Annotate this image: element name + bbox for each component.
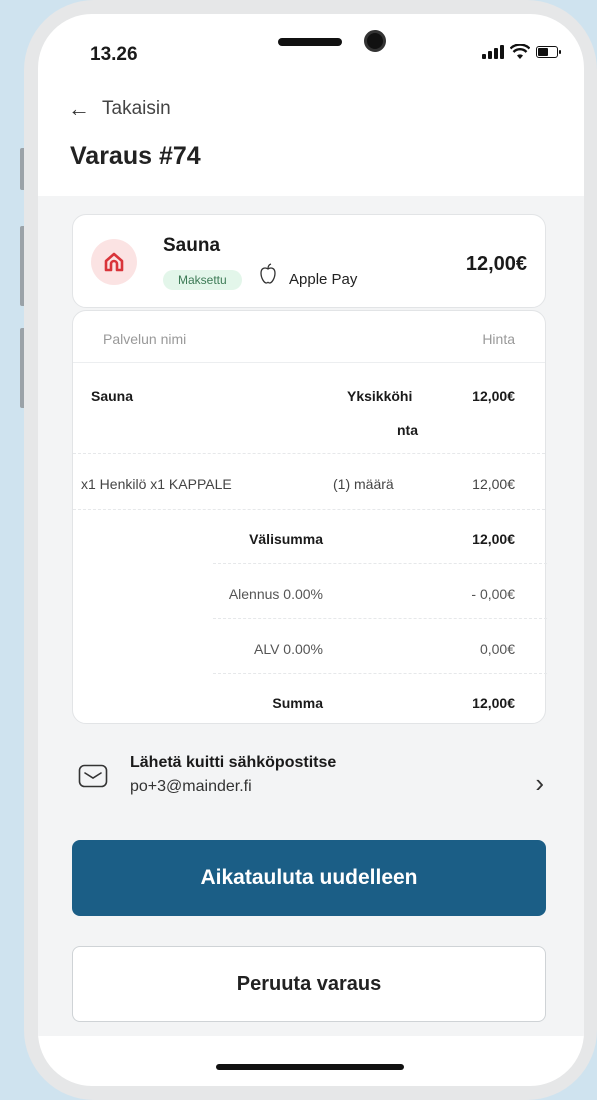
- receipt-email: po+3@mainder.fi: [130, 778, 252, 795]
- vat-value: 0,00€: [479, 641, 515, 657]
- speaker-pill: [278, 38, 342, 46]
- subtotal-label: Välisumma: [249, 531, 323, 547]
- status-badge: Maksettu: [163, 270, 242, 290]
- unit-price-label-cont: nta: [397, 422, 418, 438]
- divider: [213, 563, 547, 564]
- service-avatar: [91, 239, 137, 285]
- divider: [73, 453, 545, 454]
- column-header-price: Hinta: [482, 331, 515, 347]
- receipt-title: Lähetä kuitti sähköpostitse: [130, 754, 337, 771]
- mail-icon: [78, 764, 108, 788]
- line-quantity: (1) määrä: [333, 476, 394, 492]
- unit-price-value: 12,00€: [472, 388, 515, 404]
- send-receipt-row[interactable]: Lähetä kuitti sähköpostitse po+3@mainder…: [78, 754, 548, 814]
- home-icon: [104, 252, 124, 272]
- divider: [73, 509, 545, 510]
- payment-method: Apple Pay: [289, 271, 358, 288]
- divider: [213, 673, 547, 674]
- column-header-service: Palvelun nimi: [103, 331, 187, 347]
- home-indicator[interactable]: [216, 1064, 404, 1070]
- vat-label: ALV 0.00%: [253, 641, 323, 657]
- line-description: x1 Henkilö x1 KAPPALE: [81, 476, 232, 492]
- signal-icon: [482, 45, 504, 59]
- service-summary-card: Sauna Maksettu Apple Pay 12,00€: [72, 214, 546, 308]
- cancel-booking-button[interactable]: Peruuta varaus: [72, 946, 546, 1022]
- discount-value: - 0,00€: [471, 586, 515, 602]
- app-screen: 13.26 ← Takaisin Varaus #74 Sauna Makset…: [38, 14, 584, 1086]
- battery-icon: [536, 46, 561, 58]
- divider: [213, 618, 547, 619]
- service-price: 12,00€: [465, 253, 527, 275]
- front-camera: [364, 30, 386, 52]
- total-value: 12,00€: [472, 695, 515, 711]
- wifi-icon: [510, 44, 530, 59]
- total-label: Summa: [272, 695, 323, 711]
- status-icons: [482, 44, 561, 60]
- arrow-left-icon: ←: [68, 96, 90, 121]
- chevron-right-icon: ›: [535, 768, 544, 798]
- discount-label: Alennus 0.00%: [228, 586, 323, 602]
- back-button[interactable]: ← Takaisin: [68, 96, 171, 122]
- price-details-card: Palvelun nimi Hinta Sauna Yksikköhi nta …: [72, 310, 547, 724]
- status-bar: 13.26: [38, 14, 584, 84]
- status-time: 13.26: [90, 44, 138, 65]
- item-name: Sauna: [91, 388, 134, 404]
- page-title: Varaus #74: [70, 142, 201, 170]
- subtotal-value: 12,00€: [472, 531, 515, 547]
- unit-price-label: Yksikköhi: [347, 388, 413, 404]
- table-header: Palvelun nimi Hinta: [73, 311, 545, 363]
- reschedule-button[interactable]: Aikatauluta uudelleen: [72, 840, 546, 916]
- back-label: Takaisin: [102, 98, 171, 119]
- service-name: Sauna: [163, 235, 221, 256]
- line-price: 12,00€: [472, 476, 515, 492]
- apple-icon: [260, 263, 276, 284]
